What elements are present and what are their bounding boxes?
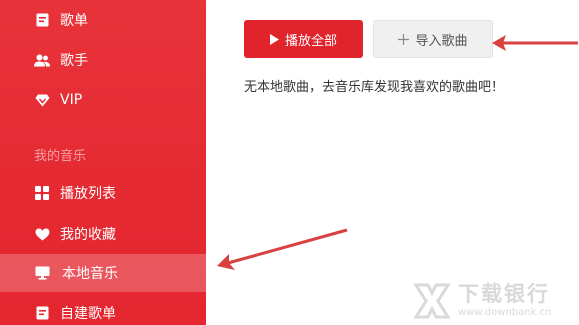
section-title-my-music: 我的音乐 bbox=[34, 149, 87, 164]
watermark-cn-text: 下载银行 bbox=[458, 282, 550, 306]
heart-icon bbox=[34, 226, 50, 242]
sidebar-item-label: 本地音乐 bbox=[62, 266, 118, 282]
plus-icon bbox=[398, 33, 410, 45]
empty-local-music-message: 无本地歌曲，去音乐库发现我喜欢的歌曲吧！ bbox=[244, 80, 505, 95]
sidebar-item-label: VIP bbox=[60, 92, 83, 108]
singer-icon bbox=[34, 52, 50, 68]
sidebar-item-local-music[interactable]: 本地音乐 bbox=[0, 254, 206, 292]
import-songs-button[interactable]: 导入歌曲 bbox=[373, 20, 493, 58]
sidebar-item-playlists[interactable]: 歌单 bbox=[0, 1, 206, 39]
sidebar-item-vip[interactable]: VIP bbox=[0, 81, 206, 119]
watermark-en-text: www.downbank.cn bbox=[458, 307, 552, 318]
downbank-logo-icon bbox=[413, 283, 451, 318]
document-icon bbox=[34, 305, 50, 321]
sidebar-item-favorites[interactable]: 我的收藏 bbox=[0, 215, 206, 253]
play-all-button[interactable]: 播放全部 bbox=[244, 20, 363, 58]
play-all-label: 播放全部 bbox=[284, 32, 337, 48]
monitor-icon bbox=[34, 265, 50, 281]
watermark: 下载银行 www.downbank.cn bbox=[412, 276, 579, 325]
vip-diamond-icon bbox=[34, 92, 50, 108]
sidebar-item-label: 歌手 bbox=[60, 53, 88, 69]
sidebar-item-label: 我的收藏 bbox=[60, 227, 116, 243]
sidebar-item-custom-playlist[interactable]: 自建歌单 bbox=[0, 294, 206, 325]
sidebar-item-label: 歌单 bbox=[60, 13, 88, 29]
sidebar-item-play-queue[interactable]: 播放列表 bbox=[0, 174, 206, 212]
grid-icon bbox=[34, 185, 50, 201]
annotation-arrow-local-music bbox=[217, 228, 348, 270]
playlist-icon bbox=[34, 12, 50, 28]
sidebar: 歌单 歌手 VIP 我的音乐 播放列表 我的收藏 本地音乐 自建歌单 bbox=[0, 0, 206, 325]
sidebar-item-singers[interactable]: 歌手 bbox=[0, 41, 206, 79]
play-icon bbox=[269, 33, 279, 45]
sidebar-item-label: 播放列表 bbox=[60, 186, 116, 202]
sidebar-item-label: 自建歌单 bbox=[60, 306, 116, 322]
import-songs-label: 导入歌曲 bbox=[415, 32, 468, 48]
annotation-arrow-import bbox=[492, 35, 578, 51]
